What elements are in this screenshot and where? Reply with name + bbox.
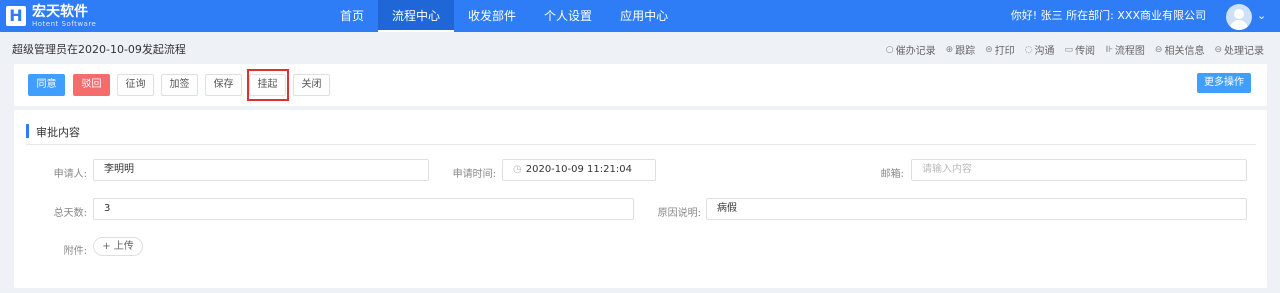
nav-item-process-center[interactable]: 流程中心 (378, 0, 455, 32)
flowchart-icon: ⊪ (1105, 44, 1113, 55)
tool-label: 跟踪 (955, 46, 976, 57)
suspend-highlight-box (247, 69, 289, 101)
tool-label: 传阅 (1075, 46, 1096, 57)
tool-flowchart[interactable]: ⊪ 流程图 (1105, 42, 1145, 58)
nav-item-inbox[interactable]: 收发部件 (454, 0, 530, 32)
logo-subtitle: Hotent Software (32, 19, 97, 28)
comment-icon: ⊖ (1154, 44, 1163, 55)
tool-track[interactable]: ⊕ 跟踪 (945, 42, 976, 58)
save-button[interactable]: 保存 (205, 74, 242, 96)
email-label: 邮箱: (880, 169, 904, 180)
clock-icon: ◷ (513, 164, 522, 175)
nav-item-home[interactable]: 首页 (326, 0, 378, 32)
chat-icon: ◌ (1024, 44, 1033, 55)
tool-related-info[interactable]: ⊖ 相关信息 (1154, 42, 1205, 58)
section-title: 审批内容 (36, 126, 80, 139)
tool-label: 沟通 (1034, 46, 1055, 57)
reason-label: 原因说明: (657, 208, 701, 219)
plus-circle-icon: ⊕ (945, 44, 954, 55)
top-navbar: H 宏天软件 Hotent Software 首页 流程中心 收发部件 个人设置… (0, 0, 1280, 32)
avatar-head-shape (1234, 9, 1244, 19)
chevron-down-icon[interactable]: ⌄ (1257, 9, 1266, 22)
tool-label: 流程图 (1114, 46, 1145, 57)
breadcrumb: 超级管理员在2020-10-09发起流程 (12, 43, 186, 56)
tool-print[interactable]: ⊜ 打印 (985, 42, 1015, 58)
avatar[interactable] (1226, 4, 1252, 30)
sub-header: 超级管理员在2020-10-09发起流程 ○ 催办记录 ⊕ 跟踪 ⊜ 打印 ◌ 沟通 ▭… (0, 32, 1280, 62)
tool-urge-record[interactable]: ○ 催办记录 (885, 42, 936, 58)
agree-button[interactable]: 同意 (28, 74, 65, 96)
avatar-body-shape (1230, 20, 1248, 30)
print-icon: ⊜ (985, 44, 993, 55)
search-icon: ○ (885, 44, 894, 55)
user-greeting: 你好! 张三 所在部门: XXX商业有限公司 (1010, 9, 1206, 22)
tool-circulate[interactable]: ▭ 传阅 (1064, 42, 1096, 58)
apply-time-label: 申请时间: (452, 169, 496, 180)
apply-time-value: 2020-10-09 11:21:04 (525, 164, 632, 175)
total-days-label: 总天数: (53, 208, 87, 219)
tool-process-record[interactable]: ⊖ 处理记录 (1214, 42, 1264, 58)
section-accent-bar (26, 124, 29, 138)
total-days-field[interactable]: 3 (93, 198, 634, 220)
tool-label: 催办记录 (895, 46, 936, 57)
logo-mark: H (6, 6, 26, 26)
add-sign-button[interactable]: 加签 (161, 74, 198, 96)
main-nav: 首页 流程中心 收发部件 个人设置 应用中心 (326, 0, 682, 32)
section-divider (26, 144, 1256, 145)
tool-label: 处理记录 (1224, 46, 1264, 57)
tool-communicate[interactable]: ◌ 沟通 (1024, 42, 1055, 58)
nav-item-app-center[interactable]: 应用中心 (606, 0, 682, 32)
email-field[interactable]: 请输入内容 (911, 159, 1247, 181)
logo-name: 宏天软件 (32, 3, 88, 20)
app-logo[interactable]: H 宏天软件 Hotent Software (6, 4, 96, 28)
action-toolbar (14, 64, 1267, 106)
folder-icon: ▭ (1064, 44, 1074, 55)
record-tools: ○ 催办记录 ⊕ 跟踪 ⊜ 打印 ◌ 沟通 ▭ 传阅 ⊪ 流程图 ⊖ 相关信息 ⊖ 处理记录 (885, 42, 1264, 58)
more-actions-button[interactable]: 更多操作 (1197, 73, 1251, 93)
reject-button[interactable]: 驳回 (73, 74, 110, 96)
reason-field[interactable]: 病假 (706, 198, 1247, 220)
nav-item-personal-settings[interactable]: 个人设置 (530, 0, 606, 32)
upload-button[interactable]: + 上传 (93, 237, 143, 256)
applicant-label: 申请人: (53, 169, 87, 180)
close-button[interactable]: 关闭 (293, 74, 330, 96)
applicant-field[interactable]: 李明明 (93, 159, 429, 181)
comment-icon: ⊖ (1214, 44, 1222, 55)
apply-time-field[interactable]: ◷ 2020-10-09 11:21:04 (502, 159, 656, 181)
tool-label: 相关信息 (1164, 46, 1205, 57)
tool-label: 打印 (994, 46, 1015, 57)
attachment-label: 附件: (63, 246, 87, 257)
consult-button[interactable]: 征询 (117, 74, 154, 96)
